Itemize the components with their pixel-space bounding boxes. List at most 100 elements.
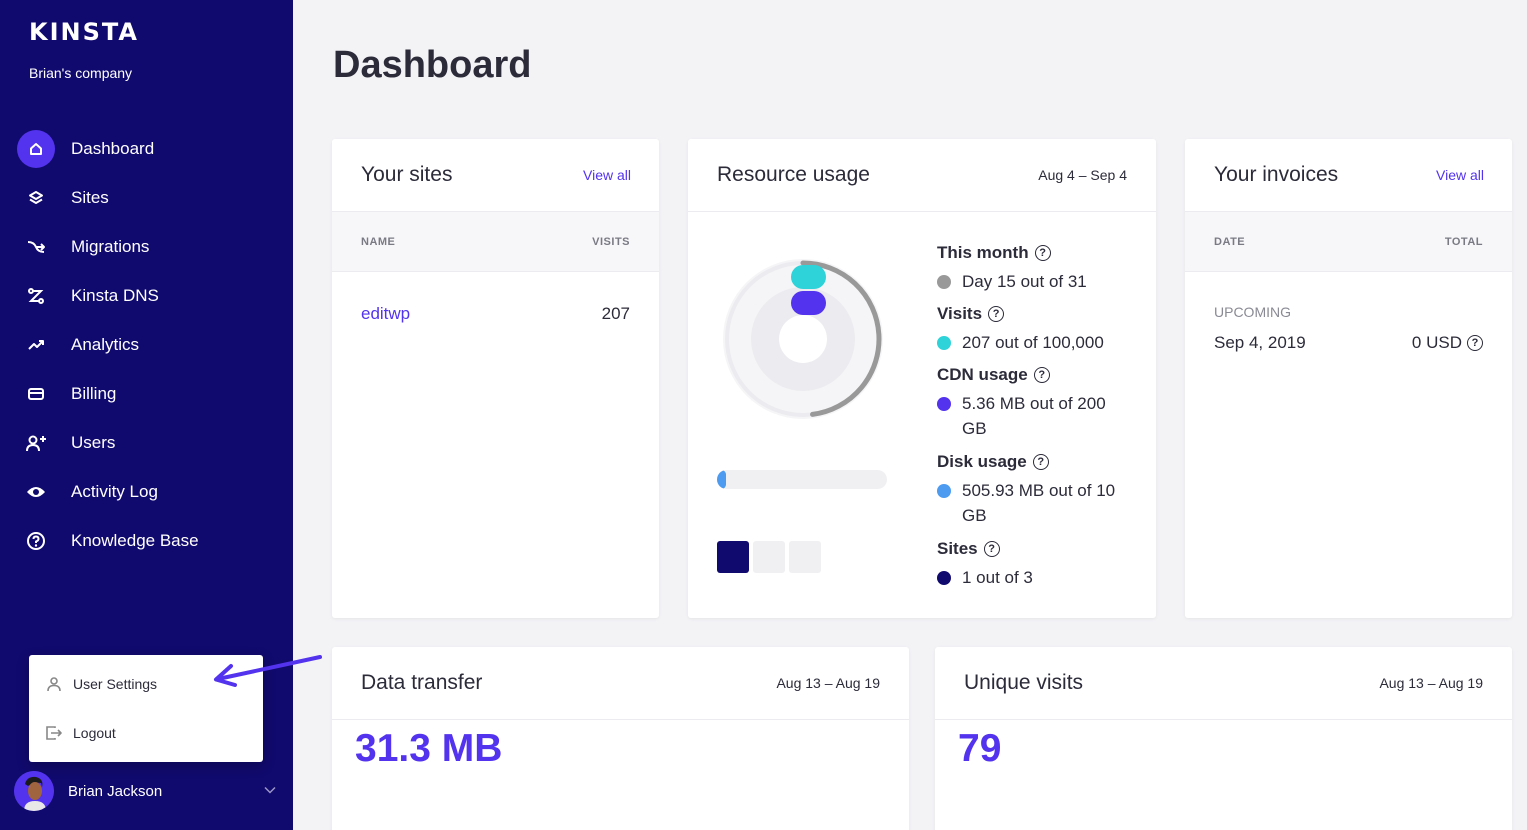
invoice-total-value: 0 USD	[1411, 333, 1462, 352]
invoice-total: 0 USD?	[1412, 333, 1483, 353]
visits-label: Visits	[937, 304, 983, 323]
column-header-visits: VISITS	[592, 236, 630, 248]
layers-icon	[17, 179, 55, 217]
month-dot	[937, 275, 951, 289]
resource-usage-card: Resource usage Aug 4 – Sep 4 This month?…	[688, 139, 1156, 618]
sidebar-item-label: Migrations	[71, 236, 150, 256]
kinsta-logo[interactable]: KINSTA	[29, 18, 139, 46]
user-name: Brian Jackson	[68, 782, 163, 800]
logout-icon	[45, 724, 63, 742]
card-header: Unique visits Aug 13 – Aug 19	[935, 647, 1512, 720]
sidebar-item-knowledge-base[interactable]: Knowledge Base	[0, 516, 293, 565]
card-title: Unique visits	[964, 671, 1084, 694]
sidebar-item-label: Sites	[71, 187, 109, 207]
column-header-date: DATE	[1214, 236, 1246, 248]
disk-usage-block: Disk usage? 505.93 MB out of 10 GB	[937, 452, 1127, 528]
sidebar-item-users[interactable]: Users	[0, 418, 293, 467]
chevron-down-icon	[264, 786, 276, 794]
sidebar-item-sites[interactable]: Sites	[0, 173, 293, 222]
site-slot	[789, 541, 821, 573]
sidebar: KINSTA Brian's company Dashboard Sites M…	[0, 0, 322, 830]
logout-label: Logout	[73, 725, 116, 741]
help-icon[interactable]: ?	[988, 306, 1005, 322]
sites-block: Sites? 1 out of 3	[937, 539, 1137, 590]
sidebar-item-dashboard[interactable]: Dashboard	[0, 124, 293, 173]
visits-block: Visits? 207 out of 100,000	[937, 304, 1137, 355]
disk-usage-bar	[717, 470, 887, 489]
site-slot	[717, 541, 749, 573]
help-icon[interactable]: ?	[1467, 335, 1483, 351]
unique-visits-card: Unique visits Aug 13 – Aug 19 79	[935, 647, 1512, 830]
sidebar-item-activity-log[interactable]: Activity Log	[0, 467, 293, 516]
data-transfer-card: Data transfer Aug 13 – Aug 19 31.3 MB	[332, 647, 909, 830]
user-icon	[45, 675, 63, 693]
view-all-invoices-link[interactable]: View all	[1436, 167, 1484, 183]
help-icon	[17, 522, 55, 560]
sidebar-nav: Dashboard Sites Migrations Kinsta DNS An…	[0, 124, 293, 565]
page-title: Dashboard	[333, 44, 532, 86]
cdn-marker	[791, 291, 826, 315]
card-header: Your sites View all	[332, 139, 659, 212]
your-sites-card: Your sites View all NAME VISITS editwp 2…	[332, 139, 659, 618]
column-header-name: NAME	[361, 236, 396, 248]
logout-menu-item[interactable]: Logout	[29, 713, 263, 753]
this-month-value: Day 15 out of 31	[962, 272, 1087, 291]
site-slot	[753, 541, 785, 573]
table-header: DATE TOTAL	[1185, 212, 1512, 272]
cdn-usage-value: 5.36 MB out of 200 GB	[962, 394, 1106, 438]
sites-dot	[937, 571, 951, 585]
sidebar-item-billing[interactable]: Billing	[0, 369, 293, 418]
table-header: NAME VISITS	[332, 212, 659, 272]
view-all-sites-link[interactable]: View all	[583, 167, 631, 183]
billing-icon	[17, 375, 55, 413]
disk-dot	[937, 484, 951, 498]
date-range: Aug 13 – Aug 19	[776, 675, 880, 691]
user-profile-toggle[interactable]: Brian Jackson	[14, 771, 279, 811]
sidebar-item-label: Users	[71, 432, 116, 452]
cdn-usage-label: CDN usage	[937, 365, 1028, 384]
cdn-usage-block: CDN usage? 5.36 MB out of 200 GB	[937, 365, 1117, 441]
visits-value: 207 out of 100,000	[962, 333, 1104, 352]
usage-ring-chart	[723, 259, 883, 419]
card-title: Your invoices	[1214, 163, 1339, 186]
dns-icon	[17, 277, 55, 315]
column-header-total: TOTAL	[1444, 236, 1483, 248]
help-icon[interactable]: ?	[1033, 367, 1050, 383]
sidebar-item-kinsta-dns[interactable]: Kinsta DNS	[0, 271, 293, 320]
date-range: Aug 4 – Sep 4	[1038, 167, 1127, 183]
cdn-dot	[937, 397, 951, 411]
sites-value: 1 out of 3	[962, 568, 1033, 587]
card-header: Resource usage Aug 4 – Sep 4	[688, 139, 1156, 212]
help-icon[interactable]: ?	[1032, 454, 1049, 470]
disk-usage-label: Disk usage	[937, 452, 1027, 471]
sites-label: Sites	[937, 539, 978, 558]
invoice-date: Sep 4, 2019	[1214, 333, 1306, 352]
user-settings-label: User Settings	[73, 676, 158, 692]
eye-icon	[17, 473, 55, 511]
annotation-arrow-icon	[214, 655, 322, 687]
help-icon[interactable]: ?	[1034, 245, 1051, 261]
home-icon	[17, 129, 55, 168]
card-title: Your sites	[361, 163, 453, 186]
card-header: Your invoices View all	[1185, 139, 1512, 212]
date-range: Aug 13 – Aug 19	[1379, 675, 1483, 691]
sidebar-item-migrations[interactable]: Migrations	[0, 222, 293, 271]
visits-marker	[791, 265, 826, 289]
help-icon[interactable]: ?	[983, 541, 1000, 557]
sidebar-item-label: Kinsta DNS	[71, 285, 159, 305]
sidebar-item-label: Activity Log	[71, 481, 158, 501]
sidebar-item-label: Dashboard	[71, 138, 155, 158]
site-visits-value: 207	[601, 304, 630, 323]
your-invoices-card: Your invoices View all DATE TOTAL UPCOMI…	[1185, 139, 1512, 618]
sidebar-item-analytics[interactable]: Analytics	[0, 320, 293, 369]
this-month-label: This month	[937, 243, 1029, 262]
migrations-icon	[17, 228, 55, 266]
sidebar-item-label: Billing	[71, 383, 117, 403]
sidebar-item-label: Knowledge Base	[71, 530, 199, 550]
visits-dot	[937, 336, 951, 350]
card-title: Data transfer	[361, 671, 483, 694]
sidebar-item-label: Analytics	[71, 334, 140, 354]
card-header: Data transfer Aug 13 – Aug 19	[332, 647, 909, 720]
analytics-icon	[17, 326, 55, 364]
site-link-editwp[interactable]: editwp	[361, 304, 410, 324]
